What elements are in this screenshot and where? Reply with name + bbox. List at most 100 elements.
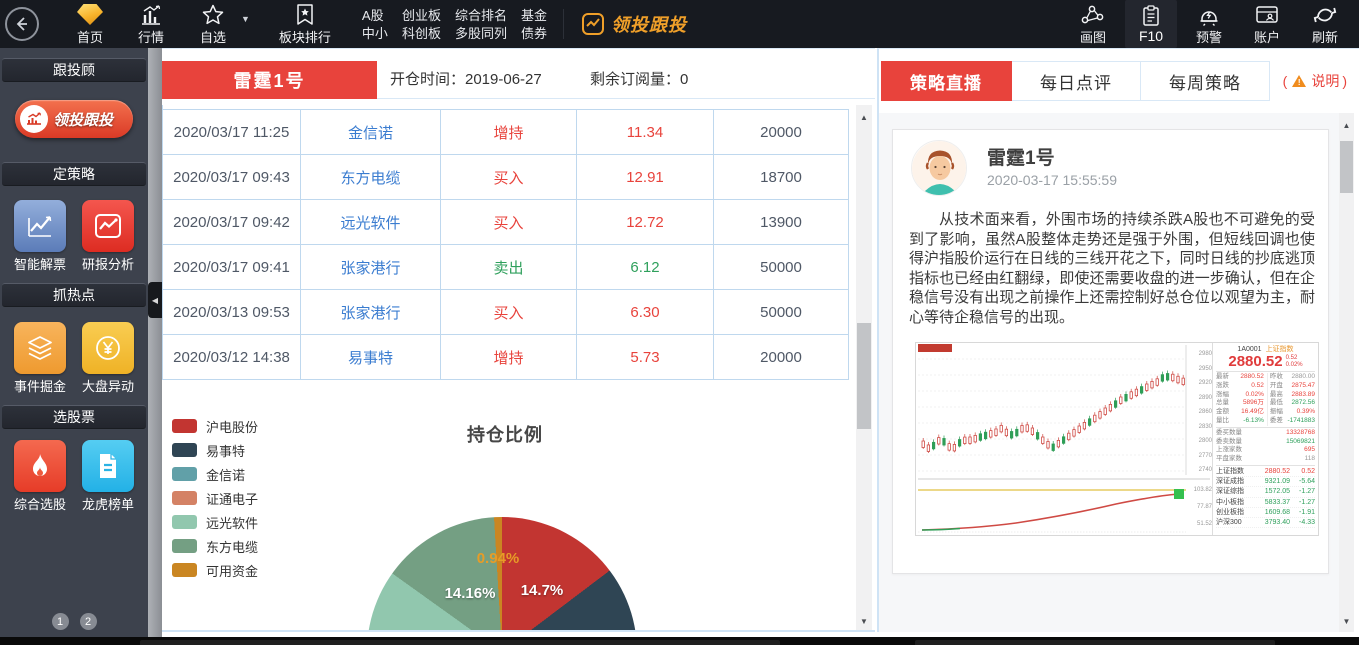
quick-link-top[interactable]: 创业板 [402,8,441,23]
legend-item[interactable]: 东方电缆 [172,539,258,553]
legend-item[interactable]: 沪电股份 [172,419,258,433]
legend-item[interactable]: 证通电子 [172,491,258,505]
main-scrollbar-down-arrow[interactable]: ▼ [856,615,872,629]
tile-label-smart[interactable]: 智能解票 [8,254,72,273]
quick-link-top[interactable]: 基金 [521,8,547,23]
pagination-dot[interactable]: 1 [52,613,69,630]
pie-chart-title: 持仓比例 [305,421,705,447]
strategy-header: 雷霆1号 开仓时间：2019-06-27 剩余订阅量：0 [162,61,875,99]
strategy-title-tab[interactable]: 雷霆1号 [162,61,377,99]
tile-research-report[interactable] [82,200,134,252]
sidebar-header-hotspot[interactable]: 抓热点 [2,283,146,307]
quick-link-bottom[interactable]: 债券 [521,26,547,41]
table-row[interactable]: 2020/03/17 09:43 东方电缆 买入 12.91 18700 [163,155,849,200]
legend-item[interactable]: 易事特 [172,443,258,457]
toolbar-item-account[interactable]: 账户 [1241,0,1293,48]
legend-label: 沪电股份 [206,417,258,436]
toolbar-item-refresh[interactable]: 刷新 [1299,0,1351,48]
table-row[interactable]: 2020/03/17 09:41 张家港行 卖出 6.12 50000 [163,245,849,290]
banner-label: 领投跟投 [53,109,113,130]
note-link[interactable]: ( 说明 ) [1283,61,1347,101]
tab-daily-comment[interactable]: 每日点评 [1012,61,1141,101]
pagination-dot[interactable]: 2 [80,613,97,630]
tile-market-anomaly[interactable] [82,322,134,374]
main-scrollbar-thumb[interactable] [857,323,871,429]
sidebar-header-stockpick[interactable]: 选股票 [2,405,146,429]
open-time-label: 开仓时间：2019-06-27 [390,61,542,99]
legend-item[interactable]: 金信诺 [172,467,258,481]
sidebar-banner-lingtou[interactable]: 领投跟投 [15,100,133,138]
pie-chart[interactable] [367,517,637,632]
legend-swatch[interactable] [172,515,197,529]
tile-event-gold[interactable] [14,322,66,374]
table-row[interactable]: 2020/03/12 14:38 易事特 增持 5.73 20000 [163,335,849,380]
axis-tick: 2770 [1188,453,1212,459]
tab-weekly-strategy[interactable]: 每周策略 [1141,61,1270,101]
quick-link-bottom[interactable]: 中小 [362,26,388,41]
remaining-subscription-label: 剩余订阅量：0 [590,61,688,99]
index-quote-panel: 1A0001 上证指数 2880.52 0.52 0.02% [1212,343,1318,535]
toolbar-draw-label: 画图 [1080,27,1106,46]
back-arrow-icon [14,16,30,32]
cell-stock-name[interactable]: 远光软件 [301,200,441,244]
axis-tick: 2830 [1188,424,1212,430]
tile-dragon-tiger[interactable] [82,440,134,492]
toolbar-item-home[interactable]: 首页 [61,0,119,48]
cell-stock-name[interactable]: 张家港行 [301,245,441,289]
tab-strategy-live[interactable]: 策略直播 [881,61,1012,101]
table-row[interactable]: 2020/03/13 09:53 张家港行 买入 6.30 50000 [163,290,849,335]
toolbar-item-alert[interactable]: 预警 [1183,0,1235,48]
legend-swatch[interactable] [172,419,197,433]
legend-swatch[interactable] [172,443,197,457]
flame-icon [27,451,53,481]
toolbar-item-watchlist[interactable]: 自选 [187,0,239,48]
quote-value: 2880.52 [1233,373,1264,382]
chevron-down-icon[interactable]: ▼ [241,14,250,24]
cell-trade-quantity: 50000 [714,290,849,334]
legend-swatch[interactable] [172,491,197,505]
table-row[interactable]: 2020/03/17 09:42 远光软件 买入 12.72 13900 [163,200,849,245]
index-row: 创业板指 1609.68 -1.91 [1216,508,1315,518]
index-row-change: -4.33 [1290,518,1315,527]
tile-label-dragon[interactable]: 龙虎榜单 [76,494,140,513]
tile-label-composite[interactable]: 综合选股 [8,494,72,513]
toolbar-item-f10[interactable]: F10 [1125,0,1177,48]
cell-stock-name[interactable]: 张家港行 [301,290,441,334]
quick-link-column: A股 中小 [362,8,388,41]
quick-link-bottom[interactable]: 多股同列 [455,26,507,41]
cell-stock-name[interactable]: 东方电缆 [301,155,441,199]
legend-item[interactable]: 可用资金 [172,563,258,577]
quick-link-top[interactable]: A股 [362,8,388,23]
main-scrollbar-up-arrow[interactable]: ▲ [856,111,872,125]
brand-logo[interactable]: 领投跟投 [582,11,687,37]
quick-link-bottom[interactable]: 科创板 [402,26,441,41]
tile-label-event[interactable]: 事件掘金 [8,376,72,395]
cell-stock-name[interactable]: 易事特 [301,335,441,379]
right-scrollbar-up-arrow[interactable]: ▲ [1339,119,1354,133]
sidebar-header-advisor[interactable]: 跟投顾 [2,58,146,82]
legend-swatch[interactable] [172,563,197,577]
tile-label-anomaly[interactable]: 大盘异动 [76,376,140,395]
toolbar-item-quote[interactable]: 行情 [123,0,179,48]
quote-row: 总量 5896万 最低 2872.56 [1216,399,1315,408]
cell-stock-name[interactable]: 金信诺 [301,110,441,154]
tile-label-report[interactable]: 研报分析 [76,254,140,273]
right-scrollbar-thumb[interactable] [1340,141,1353,193]
toolbar-sector-label: 板块排行 [279,27,331,46]
legend-swatch[interactable] [172,539,197,553]
clipboard-icon [1140,4,1162,28]
sidebar-header-strategy[interactable]: 定策略 [2,162,146,186]
sidebar-collapse-handle[interactable]: ◀ [148,282,162,318]
post-author[interactable]: 雷霆1号 [987,143,1055,170]
toolbar-item-draw[interactable]: 画图 [1067,0,1119,48]
toolbar-item-sector-ranking[interactable]: 板块排行 [270,0,340,48]
tile-composite-pick[interactable] [14,440,66,492]
tile-smart-analysis[interactable] [14,200,66,252]
quick-link-top[interactable]: 综合排名 [455,8,507,23]
post-attached-chart-image[interactable]: 298029502920289028602830280027702740 103… [915,342,1319,536]
back-button[interactable] [5,7,39,41]
table-row[interactable]: 2020/03/17 11:25 金信诺 增持 11.34 20000 [163,110,849,155]
right-scrollbar-down-arrow[interactable]: ▼ [1339,615,1354,629]
legend-item[interactable]: 远光软件 [172,515,258,529]
legend-swatch[interactable] [172,467,197,481]
